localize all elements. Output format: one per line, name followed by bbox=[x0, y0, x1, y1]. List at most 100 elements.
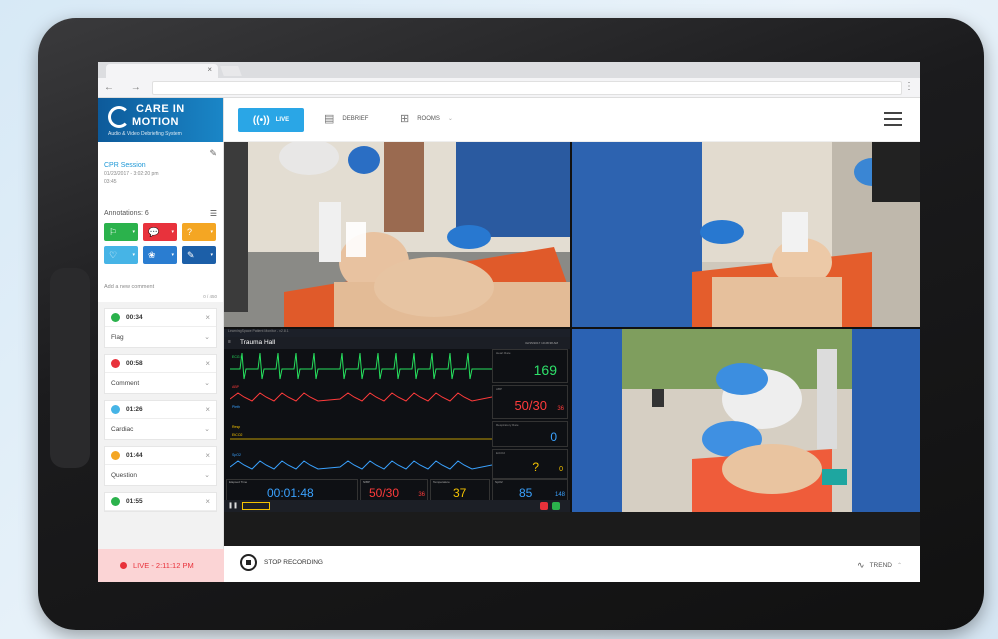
chevron-down-icon: ⌄ bbox=[447, 116, 453, 122]
new-tab-button[interactable] bbox=[220, 66, 242, 76]
spo2-label: SpO2 bbox=[495, 480, 503, 484]
question-icon: ? bbox=[187, 227, 193, 237]
chevron-down-icon: ⌄ bbox=[204, 426, 210, 433]
vitals-panel: Heart Rate 169 ABP 50/30 36 Respiratory … bbox=[492, 349, 568, 479]
event-list: 00:34 × Flag ⌄ 00:58 × Comment ⌄ 01:26 × Cardiac ⌄ 0… bbox=[98, 308, 223, 512]
logo-line1: CARE IN bbox=[136, 103, 185, 115]
event-type-label: Comment bbox=[111, 379, 140, 387]
chevron-down-icon: ⌄ bbox=[204, 334, 210, 341]
tab-rooms[interactable]: ⊞ ROOMS ⌄ bbox=[400, 112, 453, 125]
wave-label-pleth: Pleth bbox=[232, 405, 240, 409]
event-card[interactable]: 01:44 × Question ⌄ bbox=[104, 446, 217, 486]
address-bar: ← → C ⋮ bbox=[98, 78, 920, 98]
close-icon[interactable]: × bbox=[205, 497, 210, 506]
app: CARE IN MOTION Audio & Video Debriefing … bbox=[98, 98, 920, 582]
alarm-button[interactable] bbox=[242, 502, 270, 510]
vital-abp-mean: 36 bbox=[557, 406, 564, 412]
event-header: 01:55 × bbox=[105, 493, 216, 511]
annotation-button-flag[interactable]: ⚐ ▾ bbox=[104, 223, 138, 241]
annotation-buttons: ⚐ ▾ 💬 ▾? ▾ ♡ ▾ ❀ ▾ ✎ ▾ bbox=[98, 223, 223, 270]
close-icon[interactable]: × bbox=[205, 359, 210, 368]
caret-down-icon: ▾ bbox=[171, 252, 174, 258]
camera-feed-4[interactable] bbox=[572, 329, 920, 512]
video-grid-footer bbox=[224, 512, 920, 546]
comment-char-count: 0 / 450 bbox=[203, 294, 217, 299]
temperature-label: Temperature bbox=[433, 480, 450, 484]
flag-icon: ⚐ bbox=[109, 226, 118, 237]
hamburger-menu-icon[interactable] bbox=[884, 112, 902, 130]
browser-tab[interactable]: × bbox=[106, 64, 218, 78]
list-view-icon[interactable]: ☰ bbox=[210, 209, 217, 218]
patient-monitor-feed[interactable]: LearningSpace Patient Monitor - v2.8.1 ≡… bbox=[224, 329, 570, 512]
vital-resp-label: Respiratory Rate bbox=[496, 423, 519, 427]
event-type-label: Question bbox=[111, 471, 138, 479]
vital-etco2-label: EtCO2 bbox=[496, 451, 506, 455]
event-time: 01:44 bbox=[126, 452, 143, 459]
vital-abp-label: ABP bbox=[496, 387, 503, 391]
close-tab-icon[interactable]: × bbox=[207, 65, 212, 74]
tab-debrief[interactable]: ▤ DEBRIEF bbox=[324, 112, 368, 125]
wave-label-resp: Resp bbox=[232, 425, 241, 429]
event-card[interactable]: 01:26 × Cardiac ⌄ bbox=[104, 400, 217, 440]
caret-down-icon: ▾ bbox=[210, 229, 213, 235]
annotation-button-lungs[interactable]: ❀ ▾ bbox=[143, 246, 177, 264]
spo2-sub: 148 bbox=[554, 492, 565, 498]
heart-button[interactable] bbox=[552, 502, 560, 510]
camera-feed-1[interactable] bbox=[224, 142, 570, 327]
event-type-icon bbox=[111, 313, 120, 322]
logo-line2: MOTION bbox=[132, 116, 179, 128]
tab-live[interactable]: ((•)) LIVE bbox=[238, 108, 304, 132]
event-time: 01:26 bbox=[126, 406, 143, 413]
url-input[interactable] bbox=[152, 81, 902, 95]
camera-feed-2[interactable] bbox=[572, 142, 920, 327]
event-type-select[interactable]: Question ⌄ bbox=[105, 465, 216, 485]
monitor-bottom-values: Elapsed Time 00:01:48 NIBP 50/30 36 Temp… bbox=[224, 479, 570, 501]
monitor-patient-name: Trauma Hall bbox=[240, 339, 276, 346]
caret-down-icon: ▾ bbox=[132, 252, 135, 258]
annotation-button-pencil[interactable]: ✎ ▾ bbox=[182, 246, 216, 264]
session-duration: 03:45 bbox=[104, 179, 117, 185]
record-button[interactable] bbox=[540, 502, 548, 510]
event-time: 01:55 bbox=[126, 498, 143, 505]
annotation-button-question[interactable]: ? ▾ bbox=[182, 223, 216, 241]
wave-label-ecg: ECG II bbox=[232, 355, 243, 359]
stop-icon bbox=[240, 554, 257, 571]
event-card[interactable]: 00:58 × Comment ⌄ bbox=[104, 354, 217, 394]
wave-label-abp: ABP bbox=[232, 385, 240, 389]
bottom-bar: STOP RECORDING ∿ TREND ⌃ bbox=[224, 546, 920, 582]
vital-abp: ABP 50/30 36 bbox=[492, 385, 568, 419]
spo2-value: 85 bbox=[519, 486, 533, 500]
event-header: 01:44 × bbox=[105, 447, 216, 465]
vital-resp-value: 0 bbox=[550, 430, 557, 444]
tab-rooms-label: ROOMS bbox=[417, 115, 440, 122]
caret-down-icon: ▾ bbox=[210, 252, 213, 258]
trend-wave-icon: ∿ bbox=[857, 560, 865, 570]
browser-menu-icon[interactable]: ⋮ bbox=[904, 81, 914, 92]
event-type-label: Flag bbox=[111, 333, 124, 341]
vital-hr-value: 169 bbox=[533, 362, 557, 378]
top-nav: ((•)) LIVE ▤ DEBRIEF ⊞ ROOMS ⌄ bbox=[224, 98, 920, 142]
pause-icon[interactable]: ❚❚ bbox=[228, 502, 238, 509]
edit-pencil-icon[interactable]: ✎ bbox=[209, 148, 217, 159]
monitor-menu-icon[interactable]: ≡ bbox=[228, 339, 231, 345]
tab-debrief-label: DEBRIEF bbox=[342, 115, 369, 122]
event-card[interactable]: 00:34 × Flag ⌄ bbox=[104, 308, 217, 348]
annotation-button-heart[interactable]: ♡ ▾ bbox=[104, 246, 138, 264]
comment-box[interactable]: Add a new comment 0 / 450 bbox=[98, 270, 223, 302]
nibp-value: 50/30 bbox=[369, 486, 400, 500]
close-icon[interactable]: × bbox=[205, 451, 210, 460]
event-type-select[interactable]: Cardiac ⌄ bbox=[105, 419, 216, 439]
annotation-button-comment[interactable]: 💬 ▾ bbox=[143, 223, 177, 241]
monitor-app-title: LearningSpace Patient Monitor - v2.8.1 bbox=[224, 329, 570, 337]
stop-recording-button[interactable]: STOP RECORDING bbox=[240, 554, 323, 571]
close-icon[interactable]: × bbox=[205, 405, 210, 414]
trend-button[interactable]: ∿ TREND ⌃ bbox=[857, 560, 902, 571]
event-type-select[interactable]: Flag ⌄ bbox=[105, 327, 216, 347]
caret-down-icon: ▾ bbox=[132, 229, 135, 235]
event-time: 00:34 bbox=[126, 314, 143, 321]
close-icon[interactable]: × bbox=[205, 313, 210, 322]
record-dot-icon bbox=[120, 562, 127, 569]
vital-etco2: EtCO2 ? 0 bbox=[492, 449, 568, 479]
event-card[interactable]: 01:55 × bbox=[104, 492, 217, 512]
event-type-select[interactable]: Comment ⌄ bbox=[105, 373, 216, 393]
